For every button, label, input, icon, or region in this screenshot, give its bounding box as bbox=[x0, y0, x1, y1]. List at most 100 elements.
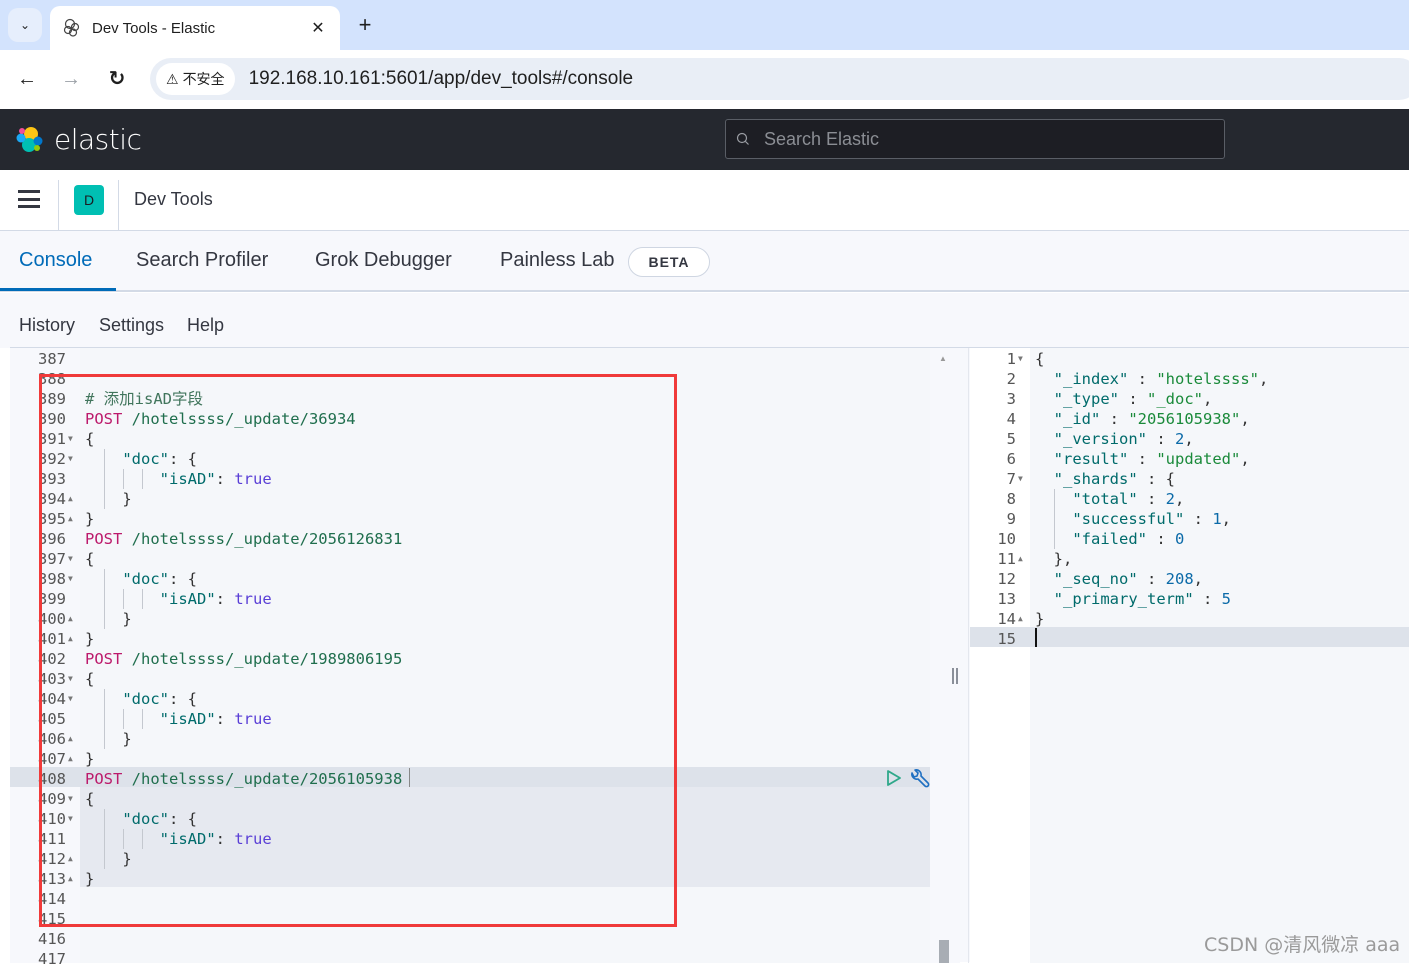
tab-console[interactable]: Console bbox=[19, 249, 92, 272]
app-badge[interactable]: D bbox=[74, 185, 104, 215]
run-request-icon[interactable] bbox=[886, 769, 902, 787]
request-line-number: 403 bbox=[38, 670, 66, 688]
fold-icon[interactable]: ▼ bbox=[1018, 469, 1023, 489]
response-line-number: 7 bbox=[1006, 470, 1016, 488]
fold-icon[interactable]: ▼ bbox=[68, 669, 73, 689]
panel-resize-handle[interactable] bbox=[952, 668, 960, 690]
request-line-number: 402 bbox=[38, 650, 66, 668]
fold-icon[interactable]: ▼ bbox=[1018, 349, 1023, 369]
security-indicator[interactable]: ⚠ 不安全 bbox=[156, 63, 235, 95]
request-code-line: "doc": { bbox=[122, 690, 197, 708]
unfold-icon[interactable]: ▲ bbox=[68, 849, 73, 869]
tab-painless-lab[interactable]: Painless Lab bbox=[500, 249, 615, 272]
request-line-number: 387 bbox=[38, 350, 66, 368]
request-line-number: 409 bbox=[38, 790, 66, 808]
fold-icon[interactable]: ▼ bbox=[68, 569, 73, 589]
response-line-number: 12 bbox=[997, 570, 1016, 588]
address-bar[interactable]: ⚠ 不安全 192.168.10.161:5601/app/dev_tools#… bbox=[150, 58, 1409, 100]
forward-icon[interactable]: → bbox=[58, 66, 84, 92]
unfold-icon[interactable]: ▲ bbox=[68, 489, 73, 509]
response-code-line: "_type" : "_doc", bbox=[1053, 390, 1213, 408]
security-label: 不安全 bbox=[182, 71, 225, 87]
global-search-box[interactable] bbox=[725, 119, 1225, 159]
request-code-line: } bbox=[85, 850, 132, 868]
unfold-icon[interactable]: ▲ bbox=[68, 629, 73, 649]
request-code-line: { bbox=[85, 790, 95, 808]
request-line-number: 391 bbox=[38, 430, 66, 448]
request-line-number: 417 bbox=[38, 950, 66, 968]
request-line-number: 389 bbox=[38, 390, 66, 408]
menu-settings[interactable]: Settings bbox=[99, 315, 164, 336]
menu-history[interactable]: History bbox=[19, 315, 75, 336]
request-line-number: 393 bbox=[38, 470, 66, 488]
request-code-line: } bbox=[85, 610, 132, 628]
menu-icon[interactable] bbox=[18, 190, 40, 208]
request-scrollbar[interactable] bbox=[930, 348, 960, 963]
request-caret bbox=[409, 768, 410, 787]
fold-icon[interactable]: ▼ bbox=[68, 549, 73, 569]
request-line-number: 398 bbox=[38, 570, 66, 588]
response-line-number: 14 bbox=[997, 610, 1016, 628]
response-line-number: 4 bbox=[1006, 410, 1016, 428]
unfold-icon[interactable]: ▲ bbox=[68, 609, 73, 629]
response-code-line: "_primary_term" : 5 bbox=[1053, 590, 1231, 608]
fold-icon[interactable]: ▼ bbox=[68, 429, 73, 449]
wrench-icon[interactable] bbox=[908, 768, 930, 790]
fold-icon[interactable]: ▼ bbox=[68, 809, 73, 829]
request-line-number: 399 bbox=[38, 590, 66, 608]
unfold-icon[interactable]: ▲ bbox=[68, 749, 73, 769]
back-icon[interactable]: ← bbox=[14, 66, 40, 92]
new-tab-button[interactable]: + bbox=[352, 12, 378, 38]
indent-guide bbox=[104, 689, 105, 749]
elastic-favicon-icon bbox=[63, 18, 80, 37]
unfold-icon[interactable]: ▲ bbox=[1018, 609, 1023, 629]
request-code-line: } bbox=[85, 730, 132, 748]
menu-help[interactable]: Help bbox=[187, 315, 224, 336]
request-code-line: POST /hotelssss/_update/2056105938 bbox=[85, 770, 403, 788]
response-code-line: } bbox=[1035, 610, 1045, 628]
tab-grok-debugger[interactable]: Grok Debugger bbox=[315, 249, 452, 272]
breadcrumb-title: Dev Tools bbox=[134, 189, 213, 209]
response-code-line: "failed" : 0 bbox=[1072, 530, 1185, 548]
request-line-number: 388 bbox=[38, 370, 66, 388]
fold-icon[interactable]: ▼ bbox=[68, 449, 73, 469]
reload-icon[interactable]: ↻ bbox=[104, 66, 130, 92]
unfold-icon[interactable]: ▲ bbox=[68, 729, 73, 749]
indent-guide bbox=[142, 589, 143, 609]
fold-icon[interactable]: ▼ bbox=[68, 689, 73, 709]
response-line-number: 10 bbox=[997, 530, 1016, 548]
unfold-icon[interactable]: ▲ bbox=[68, 869, 73, 889]
browser-tab[interactable]: Dev Tools - Elastic ✕ bbox=[50, 6, 340, 50]
elastic-logo[interactable]: elastic bbox=[14, 123, 142, 156]
url-text[interactable]: 192.168.10.161:5601/app/dev_tools#/conso… bbox=[249, 68, 634, 90]
request-line-number: 412 bbox=[38, 850, 66, 868]
indent-guide bbox=[104, 809, 105, 869]
request-line-number: 405 bbox=[38, 710, 66, 728]
request-code-line: POST /hotelssss/_update/1989806195 bbox=[85, 650, 403, 668]
indent-guide bbox=[123, 709, 124, 729]
request-line-number: 404 bbox=[38, 690, 66, 708]
tab-search-profiler[interactable]: Search Profiler bbox=[136, 249, 268, 272]
divider bbox=[118, 180, 119, 230]
indent-guide bbox=[123, 829, 124, 849]
request-code-line: "doc": { bbox=[122, 450, 197, 468]
fold-icon[interactable]: ▼ bbox=[68, 789, 73, 809]
request-line-number: 413 bbox=[38, 870, 66, 888]
response-line-number: 13 bbox=[997, 590, 1016, 608]
close-tab-icon[interactable]: ✕ bbox=[308, 18, 328, 38]
response-line-number: 9 bbox=[1006, 510, 1016, 528]
unfold-icon[interactable]: ▲ bbox=[68, 509, 73, 529]
request-line-number: 395 bbox=[38, 510, 66, 528]
global-search-input[interactable] bbox=[764, 128, 1204, 150]
scroll-up-icon[interactable]: ▲ bbox=[939, 354, 947, 363]
tab-list-button[interactable]: ⌄ bbox=[8, 8, 42, 42]
active-tab-indicator bbox=[0, 288, 116, 291]
devtools-tabs: Console Search Profiler Grok Debugger Pa… bbox=[0, 231, 1409, 292]
response-code-line: "_version" : 2, bbox=[1053, 430, 1194, 448]
request-line-number: 408 bbox=[38, 770, 66, 788]
kibana-header: elastic bbox=[0, 109, 1409, 170]
scrollbar-thumb[interactable] bbox=[939, 940, 949, 963]
unfold-icon[interactable]: ▲ bbox=[1018, 549, 1023, 569]
response-line-number: 3 bbox=[1006, 390, 1016, 408]
response-code-line: "_shards" : { bbox=[1053, 470, 1175, 488]
